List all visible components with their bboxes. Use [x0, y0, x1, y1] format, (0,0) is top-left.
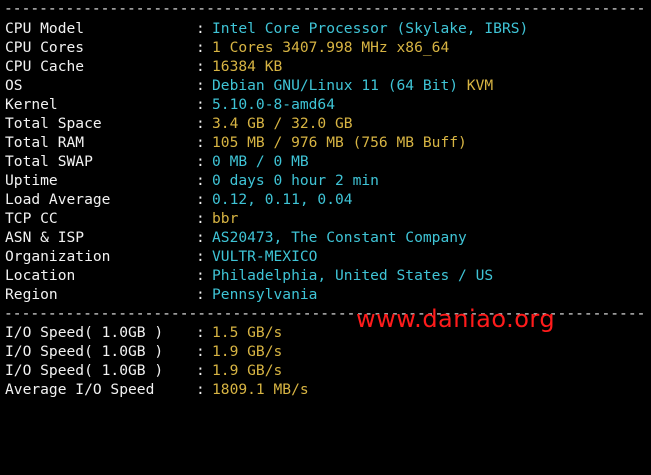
info-label: Uptime [5, 172, 58, 189]
info-label: TCP CC [5, 210, 58, 227]
info-value: 0 days 0 hour 2 min [212, 172, 379, 189]
info-row-location: Location : Philadelphia, United States /… [5, 266, 493, 285]
info-row-kernel: Kernel : 5.10.0-8-amd64 [5, 95, 335, 114]
info-row-os: OS : Debian GNU/Linux 11 (64 Bit) KVM [5, 76, 493, 95]
info-label: Total RAM [5, 134, 85, 151]
info-value: Pennsylvania [212, 286, 318, 303]
info-value: Debian GNU/Linux 11 (64 Bit) [212, 77, 459, 94]
io-label: I/O Speed( 1.0GB ) [5, 324, 164, 341]
info-row-cpu-cache: CPU Cache : 16384 KB [5, 57, 282, 76]
io-row: I/O Speed( 1.0GB ) : 1.5 GB/s [5, 323, 282, 342]
info-colon: : [196, 77, 205, 94]
info-colon: : [196, 172, 205, 189]
info-row-total-ram: Total RAM : 105 MB / 976 MB (756 MB Buff… [5, 133, 467, 152]
info-label: Region [5, 286, 58, 303]
io-row: I/O Speed( 1.0GB ) : 1.9 GB/s [5, 342, 282, 361]
separator-top: ----------------------------------------… [4, 0, 644, 17]
info-colon: : [196, 153, 205, 170]
info-colon: : [196, 343, 205, 360]
info-value: AS20473, The Constant Company [212, 229, 467, 246]
info-value: 3.4 GB / 32.0 GB [212, 115, 353, 132]
info-row-total-space: Total Space : 3.4 GB / 32.0 GB [5, 114, 353, 133]
virtualization-badge: KVM [458, 77, 494, 94]
info-value: 0 MB / 0 MB [212, 153, 309, 170]
info-colon: : [196, 39, 205, 56]
info-colon: : [196, 324, 205, 341]
info-value: 105 MB / 976 MB (756 MB Buff) [212, 134, 467, 151]
info-row-uptime: Uptime : 0 days 0 hour 2 min [5, 171, 379, 190]
info-row-tcp-cc: TCP CC : bbr [5, 209, 238, 228]
io-value: 1809.1 MB/s [212, 381, 309, 398]
info-value: Philadelphia, United States / US [212, 267, 494, 284]
info-value: 1 Cores 3407.998 MHz x86_64 [212, 39, 450, 56]
io-label: I/O Speed( 1.0GB ) [5, 362, 164, 379]
info-colon: : [196, 267, 205, 284]
info-label: CPU Cores [5, 39, 85, 56]
io-label: I/O Speed( 1.0GB ) [5, 343, 164, 360]
info-value: VULTR-MEXICO [212, 248, 318, 265]
info-colon: : [196, 96, 205, 113]
info-colon: : [196, 362, 205, 379]
io-value: 1.9 GB/s [212, 343, 283, 360]
io-value: 1.9 GB/s [212, 362, 283, 379]
info-value-group: Debian GNU/Linux 11 (64 Bit) KVM [212, 76, 493, 95]
info-value: 16384 KB [212, 58, 283, 75]
info-colon: : [196, 191, 205, 208]
info-row-total-swap: Total SWAP : 0 MB / 0 MB [5, 152, 309, 171]
info-colon: : [196, 134, 205, 151]
info-colon: : [196, 286, 205, 303]
info-label: Organization [5, 248, 111, 265]
info-colon: : [196, 381, 205, 398]
info-colon: : [196, 20, 205, 37]
io-label: Average I/O Speed [5, 381, 155, 398]
info-label: Kernel [5, 96, 58, 113]
watermark-text: www.daniao.org [356, 305, 556, 333]
info-row-cpu-model: CPU Model : Intel Core Processor (Skylak… [5, 19, 528, 38]
info-row-region: Region : Pennsylvania [5, 285, 317, 304]
info-label: Total SWAP [5, 153, 93, 170]
info-value: 5.10.0-8-amd64 [212, 96, 336, 113]
info-label: Load Average [5, 191, 111, 208]
io-value: 1.5 GB/s [212, 324, 283, 341]
info-row-cpu-cores: CPU Cores : 1 Cores 3407.998 MHz x86_64 [5, 38, 449, 57]
info-value: Intel Core Processor (Skylake, IBRS) [212, 20, 529, 37]
info-label: Total Space [5, 115, 102, 132]
info-colon: : [196, 58, 205, 75]
info-row-asn-isp: ASN & ISP : AS20473, The Constant Compan… [5, 228, 467, 247]
info-label: CPU Model [5, 20, 85, 37]
info-label: OS [5, 77, 23, 94]
info-row-organization: Organization : VULTR-MEXICO [5, 247, 317, 266]
io-row: I/O Speed( 1.0GB ) : 1.9 GB/s [5, 361, 282, 380]
info-colon: : [196, 248, 205, 265]
info-row-load-average: Load Average : 0.12, 0.11, 0.04 [5, 190, 353, 209]
terminal-window: ----------------------------------------… [0, 0, 651, 410]
info-label: ASN & ISP [5, 229, 85, 246]
info-value: bbr [212, 210, 239, 227]
info-colon: : [196, 115, 205, 132]
info-label: CPU Cache [5, 58, 85, 75]
info-colon: : [196, 210, 205, 227]
info-label: Location [5, 267, 76, 284]
info-value: 0.12, 0.11, 0.04 [212, 191, 353, 208]
io-row-average: Average I/O Speed : 1809.1 MB/s [5, 380, 309, 399]
info-colon: : [196, 229, 205, 246]
